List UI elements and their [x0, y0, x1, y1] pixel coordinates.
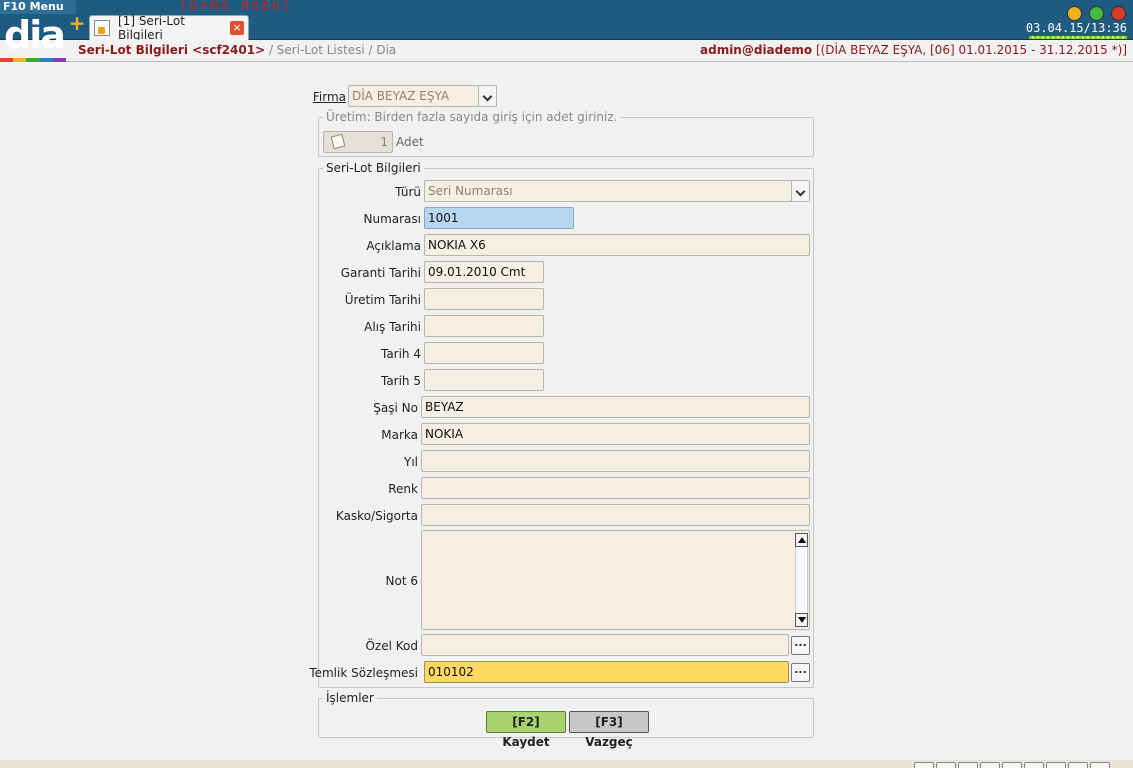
alis-tarihi-label: Alış Tarihi	[364, 320, 421, 334]
logo-color-bar	[0, 58, 67, 62]
user-context: admin@diademo [(DİA BEYAZ EŞYA, [06] 01.…	[700, 43, 1127, 57]
adet-value: 1	[380, 135, 388, 149]
breadcrumb: Seri-Lot Bilgileri <scf2401> / Seri-Lot …	[78, 43, 396, 57]
breadcrumb-title[interactable]: Seri-Lot Bilgileri <scf2401>	[78, 43, 265, 57]
logo-color-stripe	[13, 58, 27, 62]
marka-input[interactable]: NOKIA	[421, 423, 810, 445]
f10-menu-button[interactable]: F10 Menu	[0, 0, 76, 14]
notepad-icon	[330, 133, 346, 150]
plus-icon[interactable]: +	[68, 13, 86, 33]
pager-button[interactable]	[1046, 762, 1066, 768]
uretim-tarihi-input[interactable]	[424, 288, 544, 310]
islemler-legend: İşlemler	[323, 691, 377, 705]
minimize-icon[interactable]	[1067, 6, 1082, 21]
marka-label: Marka	[381, 428, 418, 442]
uretim-legend: Üretim: Birden fazla sayıda giriş için a…	[323, 110, 621, 124]
pager-button[interactable]	[1068, 762, 1088, 768]
alis-tarihi-input[interactable]	[424, 315, 544, 337]
temlik-input[interactable]: 010102	[424, 661, 789, 683]
tarih4-input[interactable]	[424, 342, 544, 364]
logo-color-stripe	[26, 58, 40, 62]
pager-button[interactable]	[980, 762, 1000, 768]
top-bar: F10 Menu [DEMO MODU] + [1] Seri-Lot Bilg…	[0, 0, 1133, 42]
pager-button[interactable]	[1024, 762, 1044, 768]
kasko-label: Kasko/Sigorta	[335, 509, 418, 523]
pager-button[interactable]	[1002, 762, 1022, 768]
turu-label: Türü	[395, 185, 421, 199]
aciklama-input[interactable]: NOKIA X6	[424, 234, 810, 256]
breadcrumb-bar: Seri-Lot Bilgileri <scf2401> / Seri-Lot …	[0, 40, 1133, 62]
user-name: admin@diademo	[700, 43, 813, 57]
breadcrumb-path[interactable]: / Seri-Lot Listesi / Dia	[265, 43, 396, 57]
tarih4-label: Tarih 4	[380, 347, 421, 361]
chevron-down-icon[interactable]	[478, 86, 496, 106]
company-period: [(DİA BEYAZ EŞYA, [06] 01.01.2015 - 31.1…	[812, 43, 1127, 57]
clock-underline	[1029, 36, 1127, 39]
aciklama-label: Açıklama	[366, 239, 421, 253]
logo-color-stripe	[52, 58, 67, 62]
tarih5-label: Tarih 5	[380, 374, 421, 388]
save-button[interactable]: [F2] Kaydet	[486, 711, 566, 749]
scroll-up-icon[interactable]	[795, 533, 808, 547]
numarasi-label: Numarası	[363, 212, 422, 226]
tab-seri-lot[interactable]: [1] Seri-Lot Bilgileri ×	[89, 14, 249, 42]
ozel-kod-input[interactable]	[421, 634, 789, 656]
close-window-icon[interactable]	[1111, 6, 1126, 21]
sasi-no-input[interactable]: BEYAZ	[421, 396, 810, 418]
ozel-kod-label: Özel Kod	[365, 639, 418, 653]
cancel-button[interactable]: [F3] Vazgeç	[569, 711, 649, 749]
pager-button[interactable]	[1090, 762, 1110, 768]
maximize-icon[interactable]	[1089, 6, 1104, 21]
logo-color-stripe	[39, 58, 53, 62]
garanti-label: Garanti Tarihi	[340, 266, 421, 280]
not6-textarea[interactable]	[421, 530, 810, 630]
renk-label: Renk	[388, 482, 418, 496]
pager-button[interactable]	[914, 762, 934, 768]
kasko-input[interactable]	[421, 504, 810, 526]
firma-label: Firma	[300, 90, 346, 104]
temlik-label: Temlik Sözleşmesi	[309, 666, 418, 680]
chevron-down-icon[interactable]	[791, 181, 809, 201]
renk-input[interactable]	[421, 477, 810, 499]
logo-color-stripe	[0, 58, 14, 62]
turu-select[interactable]: Seri Numarası	[424, 180, 810, 202]
document-icon	[94, 20, 110, 36]
tab-label: [1] Seri-Lot Bilgileri	[118, 14, 185, 42]
uretim-tarihi-label: Üretim Tarihi	[344, 293, 421, 307]
demo-mode-label: [DEMO MODU]	[180, 0, 293, 13]
tab-close-icon[interactable]: ×	[230, 21, 244, 35]
yil-input[interactable]	[421, 450, 810, 472]
not6-label: Not 6	[385, 574, 418, 588]
sasi-no-label: Şaşi No	[373, 401, 418, 415]
adet-unit: Adet	[396, 135, 424, 149]
turu-value: Seri Numarası	[428, 184, 513, 198]
islemler-fieldset	[318, 698, 814, 738]
yil-label: Yıl	[404, 455, 418, 469]
ozel-kod-lookup-button[interactable]: ...	[791, 636, 810, 655]
dia-logo: dia	[4, 13, 66, 57]
garanti-input[interactable]: 09.01.2010 Cmt	[424, 261, 544, 283]
numarasi-input[interactable]: 1001	[424, 207, 574, 229]
tarih5-input[interactable]	[424, 369, 544, 391]
firma-select[interactable]: DİA BEYAZ EŞYA	[348, 85, 497, 107]
serilot-legend: Seri-Lot Bilgileri	[323, 161, 424, 175]
pager-button[interactable]	[958, 762, 978, 768]
clock: 03.04.15/13:36	[1025, 21, 1127, 35]
firma-label-text: Firma	[312, 90, 346, 104]
pager-button[interactable]	[936, 762, 956, 768]
firma-value: DİA BEYAZ EŞYA	[352, 89, 450, 103]
temlik-lookup-button[interactable]: ...	[791, 663, 810, 682]
scroll-down-icon[interactable]	[795, 613, 808, 627]
scrollbar-track[interactable]	[795, 547, 808, 613]
adet-input[interactable]: 1	[323, 131, 393, 153]
